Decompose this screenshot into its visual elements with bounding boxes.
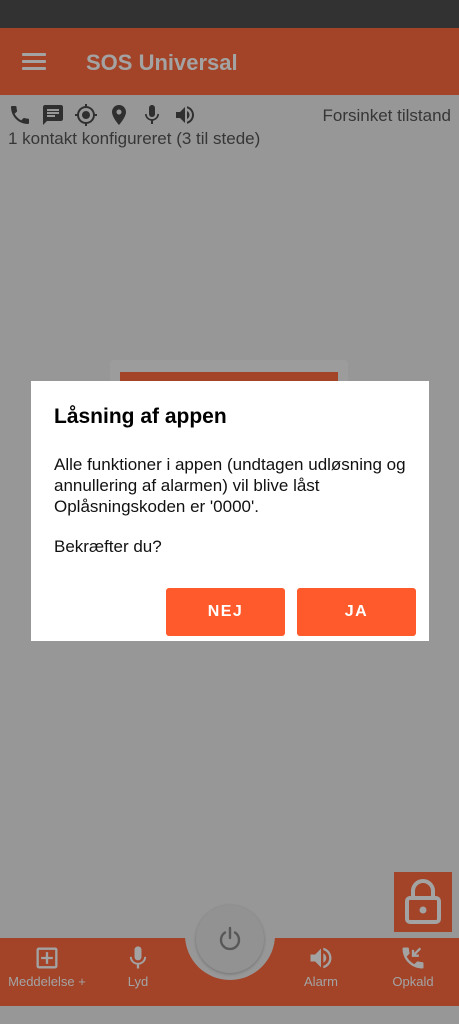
dialog-question: Bekræfter du? <box>54 537 162 556</box>
dialog-title: Låsning af appen <box>54 405 227 428</box>
dialog-unlock-code-line: Oplåsningskoden er '0000'. <box>54 497 259 516</box>
lock-app-dialog: Låsning af appen Alle funktioner i appen… <box>31 381 429 641</box>
dialog-message: Alle funktioner i appen (undtagen udløsn… <box>54 454 414 517</box>
yes-button[interactable]: JA <box>297 588 416 636</box>
dialog-message-line: Alle funktioner i appen (undtagen udløsn… <box>54 455 406 495</box>
no-button[interactable]: NEJ <box>166 588 285 636</box>
